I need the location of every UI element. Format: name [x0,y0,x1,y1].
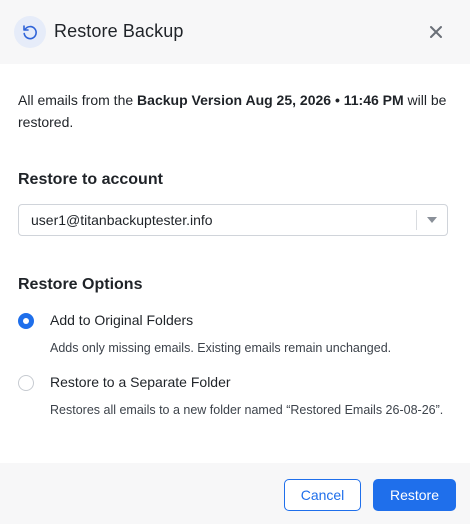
restore-description: All emails from the Backup Version Aug 2… [18,89,458,133]
option-separate-folder[interactable]: Restore to a Separate Folder [18,374,231,391]
description-prefix: All emails from the [18,92,138,108]
option-original-folders[interactable]: Add to Original Folders [18,312,193,329]
dialog-header: Restore Backup [0,0,470,64]
restore-backup-dialog: Restore Backup All emails from the Backu… [0,0,470,524]
restore-icon [14,16,46,48]
select-divider [416,210,417,230]
option-label: Add to Original Folders [50,312,194,328]
account-select-value: user1@titanbackuptester.info [31,212,213,228]
option-help: Adds only missing emails. Existing email… [50,341,392,355]
cancel-button[interactable]: Cancel [284,479,361,511]
radio-dot [23,318,29,324]
restore-button[interactable]: Restore [373,479,456,511]
option-help: Restores all emails to a new folder name… [50,403,444,417]
option-label: Restore to a Separate Folder [50,374,231,390]
close-icon-glyph [430,26,442,38]
dialog-title: Restore Backup [54,21,184,41]
restore-options-heading: Restore Options [18,276,143,293]
backup-version: Backup Version Aug 25, 2026 • 11:46 PM [137,92,404,108]
radio-separate-folder[interactable] [18,375,34,391]
restore-icon-glyph [23,25,37,40]
chevron-down-icon[interactable] [427,217,437,223]
restore-account-heading: Restore to account [18,171,163,188]
dialog-footer: Cancel Restore [0,463,470,524]
radio-original-folders[interactable] [18,313,34,329]
account-select[interactable]: user1@titanbackuptester.info [18,204,448,236]
close-icon[interactable] [426,22,446,42]
